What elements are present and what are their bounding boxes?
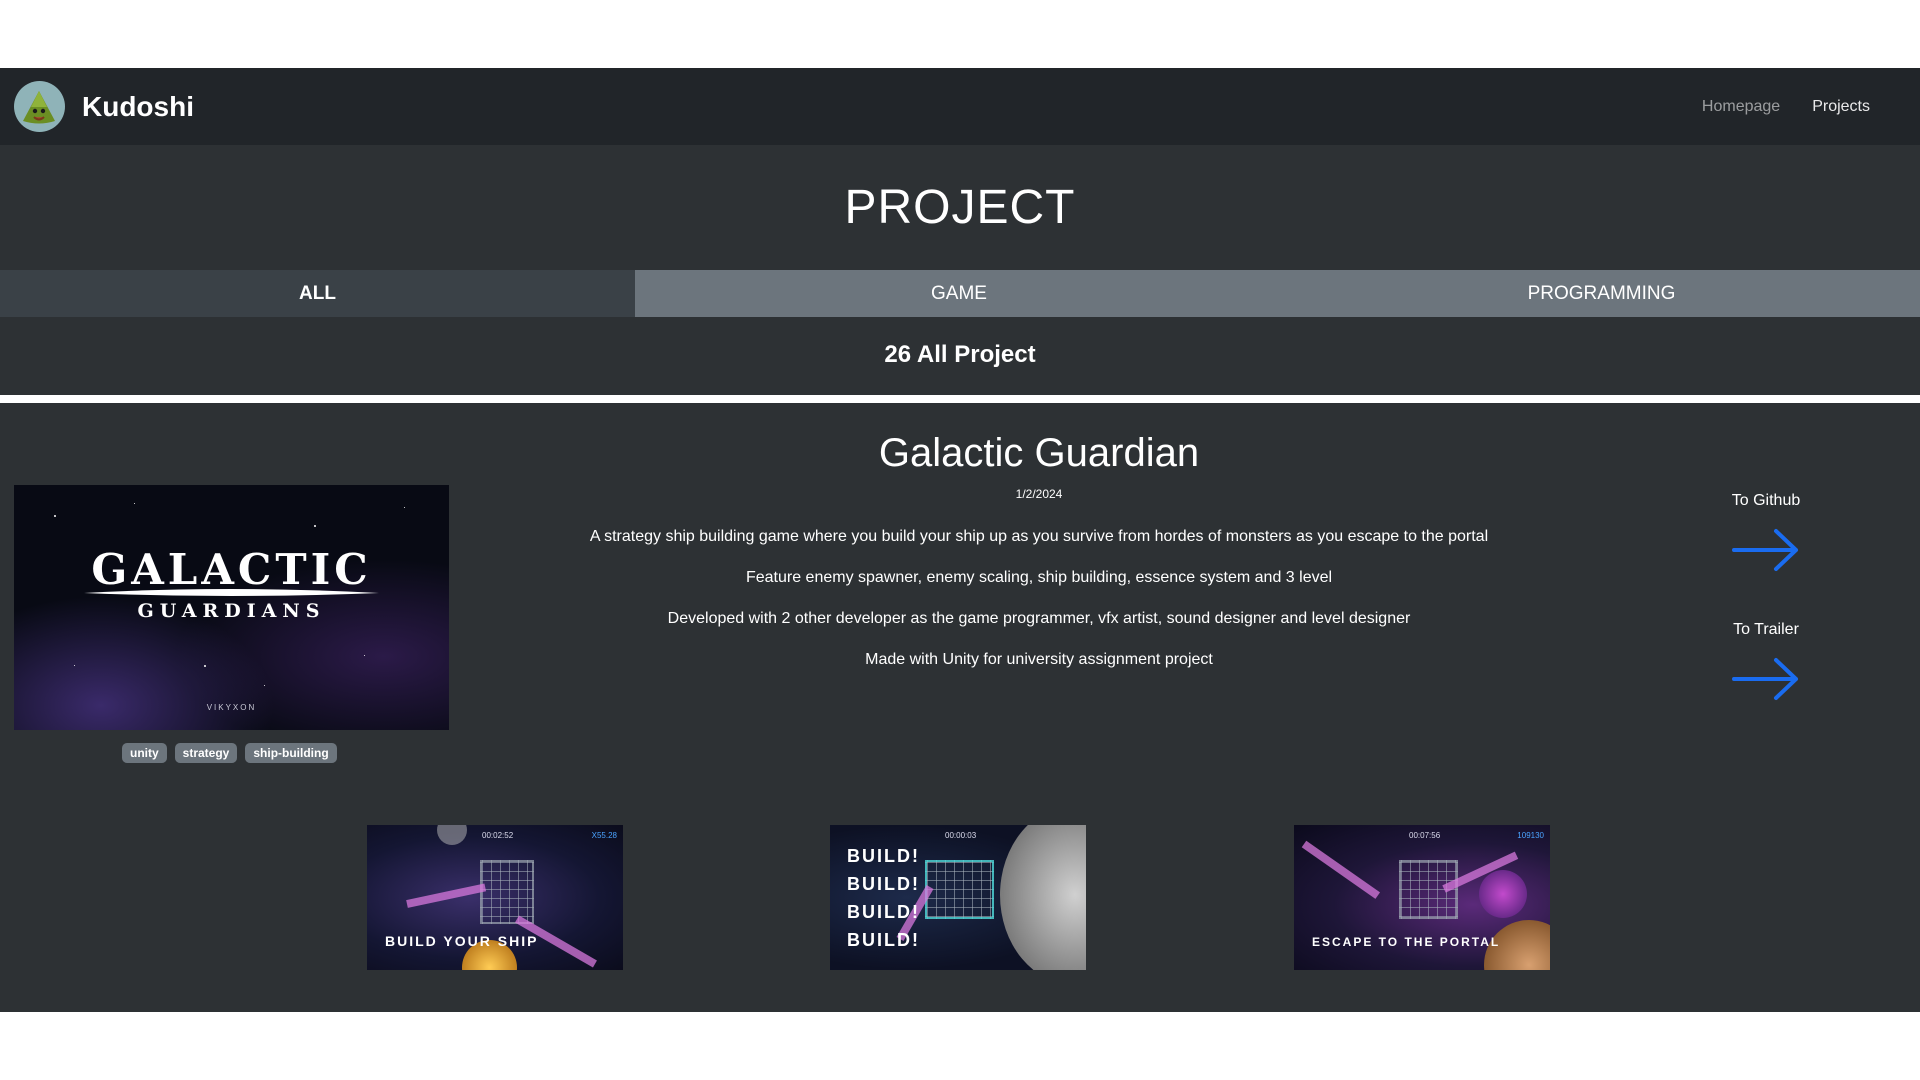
- screenshot-timer: 00:07:56: [1409, 831, 1441, 840]
- trailer-link-label: To Trailer: [1733, 621, 1799, 638]
- screenshot-score: 109130: [1517, 831, 1544, 840]
- nav-link-projects[interactable]: Projects: [1812, 98, 1870, 116]
- tag: unity: [122, 743, 167, 763]
- screenshot-build-your-ship[interactable]: 00:02:52 X55.28 BUILD YOUR SHIP: [367, 825, 623, 970]
- project-title: Galactic Guardian: [878, 431, 1200, 475]
- trailer-arrow-icon[interactable]: [1732, 657, 1800, 706]
- category-tabs: ALL GAME PROGRAMMING: [0, 270, 1920, 317]
- screenshot-escape-to-the-portal[interactable]: 00:07:56 109130 ESCAPE TO THE PORTAL: [1294, 825, 1550, 970]
- nav-link-homepage[interactable]: Homepage: [1702, 98, 1780, 116]
- tag-list: unity strategy ship-building: [122, 743, 345, 763]
- screenshot-build[interactable]: 00:00:03 BUILD! BUILD! BUILD! BUILD!: [830, 825, 1086, 970]
- tag: strategy: [174, 743, 238, 763]
- cover-studio: VIKYXON: [206, 703, 257, 712]
- tag: ship-building: [245, 743, 337, 763]
- avatar: [14, 81, 65, 132]
- github-link-block: To Github: [1700, 492, 1832, 577]
- page-title: PROJECT: [844, 181, 1076, 234]
- screenshot-score: X55.28: [591, 831, 617, 840]
- cover-swoosh-icon: [84, 589, 379, 596]
- page: Kudoshi Homepage Projects PROJECT ALL GA…: [0, 0, 1920, 1080]
- trailer-link-block: To Trailer: [1700, 621, 1832, 706]
- github-arrow-icon[interactable]: [1732, 528, 1800, 577]
- screenshot-caption: BUILD! BUILD! BUILD! BUILD!: [847, 846, 920, 950]
- screenshot-caption: ESCAPE TO THE PORTAL: [1312, 935, 1501, 949]
- cover-subtitle: GUARDIANS: [137, 600, 326, 622]
- github-link-label: To Github: [1731, 492, 1801, 509]
- navbar: Kudoshi Homepage Projects: [0, 68, 1920, 145]
- section-divider: [0, 395, 1920, 403]
- project-count: 26 All Project: [884, 341, 1036, 368]
- brand[interactable]: Kudoshi: [14, 81, 194, 132]
- nav-links: Homepage Projects: [1670, 68, 1870, 145]
- tab-programming[interactable]: PROGRAMMING: [1283, 270, 1920, 317]
- screenshot-caption: BUILD YOUR SHIP: [385, 933, 539, 949]
- projects-header: PROJECT ALL GAME PROGRAMMING 26 All Proj…: [0, 145, 1920, 395]
- tab-game[interactable]: GAME: [635, 270, 1283, 317]
- avatar-mascot-icon: [23, 91, 55, 124]
- project-card: Galactic Guardian 1/2/2024 A strategy sh…: [0, 403, 1920, 1012]
- screenshot-timer: 00:02:52: [482, 831, 514, 840]
- screenshot-timer: 00:00:03: [945, 831, 977, 840]
- project-cover-image: GALACTIC GUARDIANS VIKYXON: [14, 485, 449, 730]
- tab-all[interactable]: ALL: [0, 270, 635, 317]
- brand-name: Kudoshi: [82, 90, 194, 122]
